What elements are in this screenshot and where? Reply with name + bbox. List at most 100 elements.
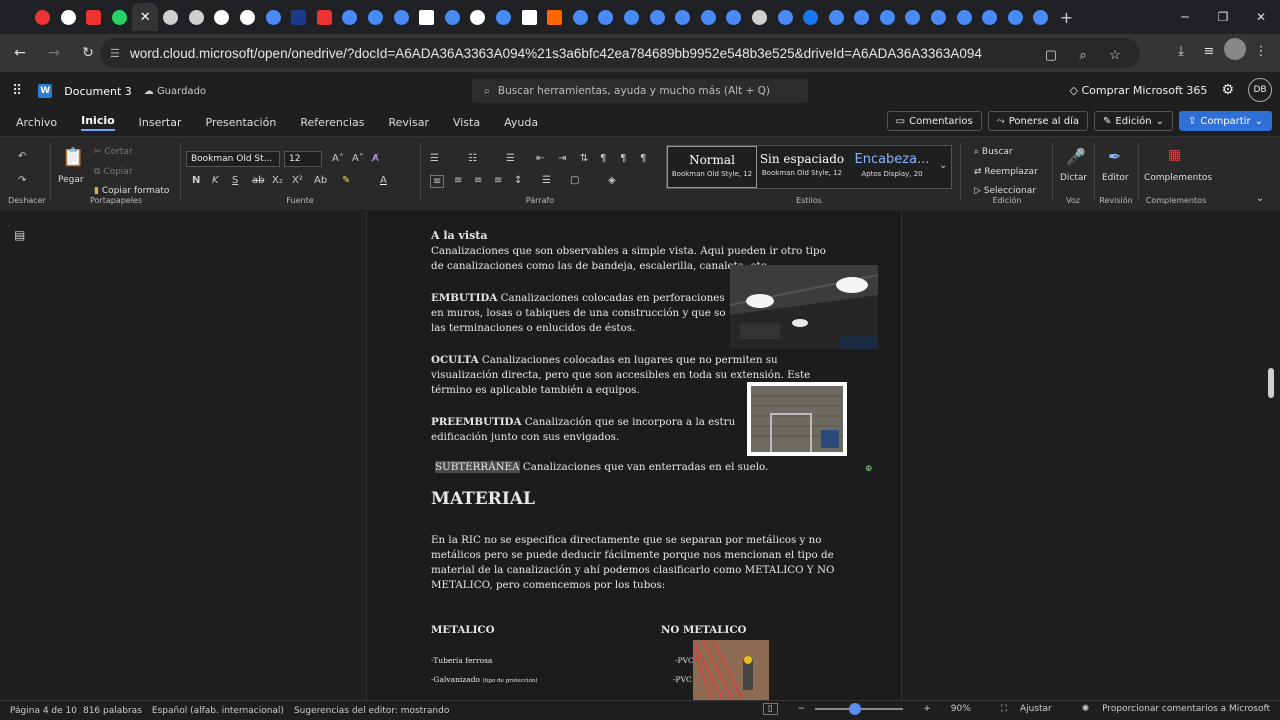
addins-button[interactable]: Complementos [1144, 173, 1212, 183]
back-icon[interactable]: ← [6, 39, 34, 67]
find-button[interactable]: ⌕ Buscar [974, 147, 1013, 157]
cut-button[interactable]: ✂ Cortar [94, 147, 133, 157]
ceiling-photo[interactable] [730, 265, 878, 349]
browser-tab[interactable] [951, 3, 977, 31]
browser-tab[interactable] [977, 3, 1003, 31]
browser-tab[interactable] [414, 3, 440, 31]
paragraph-spacing-icon[interactable]: ☰ [542, 175, 551, 186]
browser-tab[interactable] [388, 3, 414, 31]
dictate-button[interactable]: Dictar [1060, 173, 1087, 183]
page-view-icon[interactable]: ▯ [762, 703, 778, 715]
fit-button[interactable]: ⛶ Ajustar [991, 704, 1052, 714]
feedback-link[interactable]: ✺ Proporcionar comentarios a Microsoft [1072, 704, 1270, 714]
reload-icon[interactable]: ↻ [74, 39, 102, 67]
close-window-icon[interactable]: ✕ [1242, 0, 1280, 34]
undo-icon[interactable]: ↶ [18, 151, 26, 162]
minimize-icon[interactable]: ─ [1166, 0, 1204, 34]
browser-tab-active[interactable]: ✕ [132, 3, 158, 31]
word-logo-icon[interactable]: W [38, 84, 53, 98]
browser-tab[interactable] [312, 3, 338, 31]
comment-marker-icon[interactable]: ⊕ [865, 462, 873, 477]
show-marks-icon[interactable]: ¶ [640, 153, 646, 164]
open-in-app-icon[interactable]: ▢ [1038, 42, 1064, 68]
align-right-icon[interactable]: ≡ [474, 175, 482, 186]
word-count[interactable]: 816 palabras [83, 706, 142, 716]
search-box[interactable]: ⌕ Buscar herramientas, ayuda y mucho más… [472, 79, 808, 103]
browser-tab[interactable] [900, 3, 926, 31]
profile-avatar-icon[interactable] [1224, 38, 1246, 60]
browser-tab[interactable] [875, 3, 901, 31]
sort-icon[interactable]: ⇅ [580, 153, 588, 164]
browser-tab[interactable] [1028, 3, 1054, 31]
subscript-icon[interactable]: X₂ [272, 175, 283, 186]
browser-tab[interactable] [644, 3, 670, 31]
bullets-icon[interactable]: ☰ [430, 153, 439, 164]
zoom-slider[interactable] [815, 703, 904, 715]
share-button[interactable]: ⇪ Compartir ⌄ [1178, 111, 1272, 131]
tab-inicio[interactable]: Inicio [81, 114, 115, 131]
zoom-slider-thumb[interactable] [849, 703, 862, 715]
zoom-icon[interactable]: ⌕ [1070, 42, 1096, 68]
wall-conduit-photo[interactable] [747, 382, 847, 456]
browser-tab[interactable] [1003, 3, 1029, 31]
browser-tab[interactable] [465, 3, 491, 31]
tab-presentacion[interactable]: Presentación [206, 116, 277, 129]
browser-tab[interactable] [926, 3, 952, 31]
superscript-icon[interactable]: X² [292, 175, 303, 186]
close-tab-icon[interactable]: ✕ [140, 10, 151, 25]
select-button[interactable]: ▷ Seleccionar [974, 186, 1036, 196]
microphone-icon[interactable]: 🎤 [1066, 147, 1086, 166]
editor-button[interactable]: Editor [1102, 173, 1129, 183]
bookmark-star-icon[interactable]: ☆ [1102, 42, 1128, 68]
browser-tab[interactable] [107, 3, 133, 31]
zoom-level[interactable]: 90% [951, 704, 971, 714]
comments-button[interactable]: ▭ Comentarios [886, 111, 982, 131]
font-color-icon[interactable]: A [380, 175, 387, 186]
browser-tab[interactable] [286, 3, 312, 31]
browser-tab[interactable] [823, 3, 849, 31]
addins-grid-icon[interactable]: ▦ [1168, 147, 1181, 163]
browser-tab[interactable] [721, 3, 747, 31]
justify-icon[interactable]: ≡ [494, 175, 502, 186]
font-size-select[interactable]: 12 [284, 151, 322, 167]
ltr-icon[interactable]: ¶ [600, 153, 606, 164]
copy-button[interactable]: ⧉ Copiar [94, 167, 133, 177]
tab-archivo[interactable]: Archivo [16, 116, 57, 129]
decrease-indent-icon[interactable]: ⇤ [536, 153, 544, 164]
language-status[interactable]: Español (alfab. internacional) [152, 706, 284, 716]
tab-referencias[interactable]: Referencias [300, 116, 364, 129]
browser-tab[interactable] [849, 3, 875, 31]
maximize-icon[interactable]: ❐ [1204, 0, 1242, 34]
strikethrough-icon[interactable]: ab [252, 175, 264, 186]
forward-icon[interactable]: → [40, 39, 68, 67]
browser-tab[interactable] [337, 3, 363, 31]
url-text[interactable]: word.cloud.microsoft/open/onedrive/?docI… [130, 46, 982, 61]
browser-tab[interactable] [772, 3, 798, 31]
browser-tab[interactable] [158, 3, 184, 31]
tab-revisar[interactable]: Revisar [388, 116, 428, 129]
font-name-select[interactable]: Bookman Old St... [186, 151, 280, 167]
browser-tab[interactable] [516, 3, 542, 31]
borders-icon[interactable]: ▢ [570, 175, 579, 186]
browser-tab[interactable] [798, 3, 824, 31]
tab-search-icon[interactable]: ≡ [1196, 38, 1222, 64]
align-left-icon[interactable]: ≡ [430, 175, 445, 188]
align-center-icon[interactable]: ≡ [454, 175, 462, 186]
browser-tab[interactable] [670, 3, 696, 31]
numbering-icon[interactable]: ☷ [468, 153, 477, 164]
account-avatar[interactable]: DB [1248, 78, 1272, 102]
browser-tab[interactable] [747, 3, 773, 31]
highlight-icon[interactable]: ✎ [342, 175, 350, 186]
underline-icon[interactable]: S [232, 175, 238, 186]
download-icon[interactable]: ⤓ [1168, 38, 1194, 64]
browser-tab[interactable] [56, 3, 82, 31]
shrink-font-icon[interactable]: A˅ [352, 153, 364, 164]
browser-tab[interactable] [440, 3, 466, 31]
browser-tab[interactable] [235, 3, 261, 31]
browser-tab[interactable] [260, 3, 286, 31]
browser-tab[interactable] [619, 3, 645, 31]
zoom-out-icon[interactable]: − [798, 704, 806, 714]
settings-gear-icon[interactable]: ⚙ [1221, 82, 1234, 98]
document-page[interactable]: A la vista Canalizaciones que son observ… [366, 212, 902, 700]
line-spacing-icon[interactable]: ↕ [514, 175, 522, 186]
